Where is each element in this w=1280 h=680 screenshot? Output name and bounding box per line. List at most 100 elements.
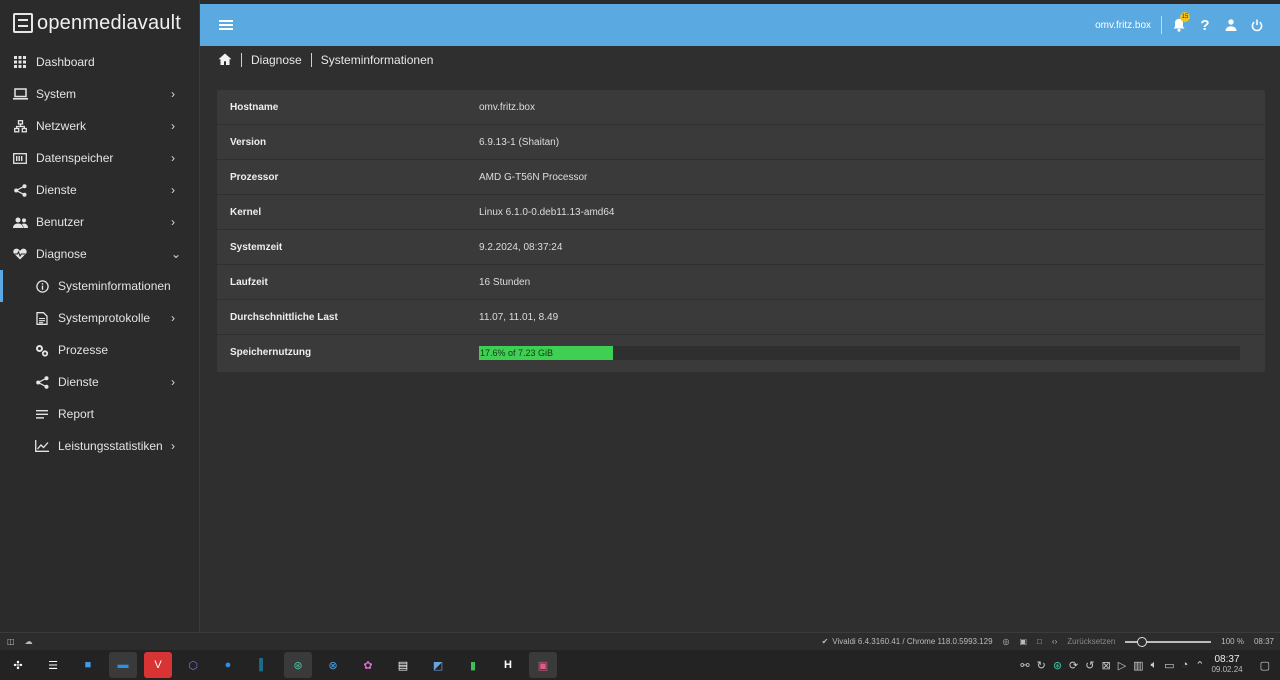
update-tray-icon[interactable]: ↺ (1085, 659, 1094, 672)
sidebar-item-diagnose[interactable]: Diagnose ⌄ (0, 238, 199, 270)
window-icon[interactable]: □ (1037, 637, 1042, 646)
calculator-app-icon[interactable]: ▤ (389, 652, 417, 678)
store-app-icon[interactable]: ■ (74, 652, 102, 678)
brand-name: openmediavault (37, 11, 182, 34)
chevron-right-icon: › (171, 375, 175, 389)
power-icon (1251, 19, 1263, 31)
monitor-app-icon[interactable]: ▣ (529, 652, 557, 678)
log-icon (34, 310, 50, 326)
sidebar-item-datenspeicher[interactable]: Datenspeicher › (0, 142, 199, 174)
chevron-right-icon: › (171, 151, 175, 165)
cloud-icon[interactable]: ☁ (25, 637, 33, 646)
row-value: omv.fritz.box (479, 101, 535, 113)
refresh-tray-icon[interactable]: ↻ (1037, 659, 1046, 672)
user-button[interactable] (1218, 19, 1244, 31)
sidebar-item-label: Systeminformationen (58, 279, 171, 293)
sidebar-nav: Dashboard System › Netzwerk › Datenspeic… (0, 46, 199, 462)
row-value: 17.6% of 7.23 GiB (479, 345, 1265, 360)
zoom-level: 100 % (1221, 637, 1244, 646)
share-icon (34, 374, 50, 390)
sidebar-item-netzwerk[interactable]: Netzwerk › (0, 110, 199, 142)
panel-toggle-icon[interactable]: ◫ (7, 637, 15, 646)
os-taskbar: ✣ ☰ ■ ▬ V ⬡ ● ▌ ⊛ ⊗ ✿ ▤ ◩ ▮ H ▣ ⚯ ↻ ⊛ ⟳ … (0, 650, 1280, 680)
app-window: openmediavault Dashboard System › Netzwe… (0, 0, 1280, 680)
vivaldi-app-icon[interactable]: V (144, 652, 172, 678)
zoom-reset-button[interactable]: Zurücksetzen (1067, 637, 1115, 646)
memory-usage-bar: 17.6% of 7.23 GiB (479, 345, 1240, 360)
sidebar-item-dienste[interactable]: Dienste › (0, 174, 199, 206)
expand-tray-icon[interactable]: ⌃ (1195, 659, 1204, 672)
table-row: Hostname omv.fritz.box (217, 90, 1265, 125)
blue-app-icon[interactable]: ● (214, 652, 242, 678)
info-icon (34, 278, 50, 294)
question-icon: ? (1200, 16, 1210, 34)
sidebar-item-label: Netzwerk (36, 119, 87, 133)
zoom-slider-knob[interactable] (1137, 636, 1148, 647)
display-tray-icon[interactable]: ▭ (1164, 659, 1174, 672)
row-value: 11.07, 11.01, 8.49 (479, 311, 559, 323)
row-key: Laufzeit (230, 276, 268, 288)
sidebar-item-systeminformationen[interactable]: Systeminformationen (0, 270, 199, 302)
chevron-right-icon: › (171, 215, 175, 229)
notification-badge: 15 (1180, 12, 1190, 22)
sidebar-item-leistungsstatistiken[interactable]: Leistungsstatistiken › (0, 430, 199, 462)
users-icon (12, 214, 28, 230)
clock-time: 08:37 (1214, 654, 1240, 665)
sidebar: openmediavault Dashboard System › Netzwe… (0, 0, 200, 632)
clock[interactable]: 08:37 09.02.24 (1211, 655, 1242, 675)
h-app-icon[interactable]: H (494, 652, 522, 678)
sidebar-item-label: Systemprotokolle (58, 311, 151, 325)
pink-app-icon[interactable]: ✿ (354, 652, 382, 678)
power-button[interactable] (1244, 19, 1270, 32)
home-icon[interactable] (218, 53, 232, 68)
editor-app-icon[interactable]: ▌ (249, 652, 277, 678)
media-tray-icon[interactable]: ▷ (1118, 659, 1126, 672)
code-icon[interactable]: ‹› (1052, 637, 1057, 646)
breadcrumb-systeminformationen: Systeminformationen (320, 53, 434, 67)
chart-icon (34, 438, 50, 454)
app-launcher-icon[interactable]: ✣ (4, 652, 32, 678)
sidebar-item-benutzer[interactable]: Benutzer › (0, 206, 199, 238)
green-tray-icon[interactable]: ⊛ (1053, 659, 1062, 672)
help-button[interactable]: ? (1192, 17, 1218, 34)
settings-app-icon[interactable]: ☰ (39, 652, 67, 678)
clipboard-tray-icon[interactable]: ▥ (1133, 659, 1143, 672)
purple-app-icon[interactable]: ⬡ (179, 652, 207, 678)
capture-icon[interactable]: ◎ (1003, 637, 1010, 646)
sync-tray-icon[interactable]: ⟳ (1069, 659, 1078, 672)
sidebar-item-systemprotokolle[interactable]: Systemprotokolle › (0, 302, 199, 334)
volume-tray-icon[interactable]: 🔈︎ (1151, 659, 1158, 672)
sync-app-icon[interactable]: ⊛ (284, 652, 312, 678)
sidebar-item-label: Leistungsstatistiken (58, 439, 163, 453)
menu-toggle-icon[interactable] (219, 20, 233, 30)
sidebar-item-system[interactable]: System › (0, 78, 199, 110)
network-tray-icon[interactable]: ⚯ (1020, 659, 1029, 672)
kde-connect-app-icon[interactable]: ⊗ (319, 652, 347, 678)
show-desktop-icon[interactable]: ▢ (1260, 659, 1270, 672)
table-row: Prozessor AMD G-T56N Processor (217, 160, 1265, 195)
sidebar-item-dashboard[interactable]: Dashboard (0, 46, 199, 78)
breadcrumb-diagnose[interactable]: Diagnose (251, 53, 302, 67)
row-key: Hostname (230, 101, 279, 113)
green-app-icon[interactable]: ▮ (459, 652, 487, 678)
sidebar-item-label: Dienste (58, 375, 99, 389)
status-time: 08:37 (1253, 637, 1274, 646)
chevron-down-icon: ⌄ (171, 247, 182, 261)
screenshot-tray-icon[interactable]: ⊠ (1101, 659, 1110, 672)
wifi-tray-icon[interactable]: ◔ (1182, 659, 1189, 671)
sidebar-item-label: Diagnose (36, 247, 87, 261)
table-row: Durchschnittliche Last 11.07, 11.01, 8.49 (217, 300, 1265, 335)
files-app-icon[interactable]: ▬ (109, 652, 137, 678)
sidebar-item-prozesse[interactable]: Prozesse (0, 334, 199, 366)
clock-date: 09.02.24 (1211, 665, 1243, 674)
sidebar-item-dienste-diagnose[interactable]: Dienste › (0, 366, 199, 398)
report-icon (34, 406, 50, 422)
zoom-slider[interactable] (1125, 636, 1212, 647)
sidebar-item-report[interactable]: Report (0, 398, 199, 430)
brand[interactable]: openmediavault (0, 0, 199, 46)
image-icon[interactable]: ▣ (1020, 637, 1028, 646)
chart-app-icon[interactable]: ◩ (424, 652, 452, 678)
row-key: Systemzeit (230, 241, 283, 253)
notifications-button[interactable]: 15 (1166, 12, 1192, 32)
table-row: Version 6.9.13-1 (Shaitan) (217, 125, 1265, 160)
